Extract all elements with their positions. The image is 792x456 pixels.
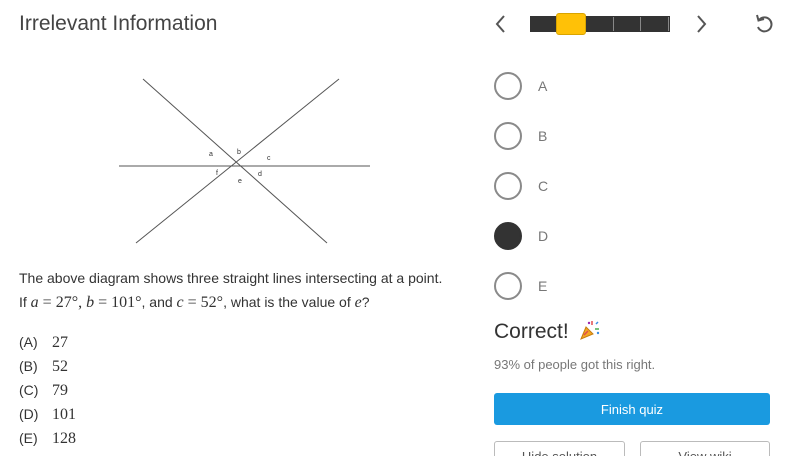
option-a-label: A: [538, 78, 548, 94]
radio-a[interactable]: [494, 72, 522, 100]
choice-item-c: (C) 79: [19, 382, 68, 399]
view-wiki-button[interactable]: View wiki: [640, 441, 770, 456]
option-d-label: D: [538, 228, 549, 244]
choice-item-b: (B) 52: [19, 358, 68, 375]
question-line-1: The above diagram shows three straight l…: [19, 270, 443, 286]
angle-label-c: c: [267, 155, 271, 162]
question-line-2: If a = 27°, b = 101°, and c = 52°, what …: [19, 294, 370, 311]
radio-c[interactable]: [494, 172, 522, 200]
line-diagonal-2: [135, 78, 340, 244]
problem-progress-bar: [530, 13, 670, 35]
party-popper-icon: [580, 321, 600, 340]
chevron-right-icon: [697, 15, 707, 33]
reset-icon: [756, 14, 773, 33]
answer-choices-list: (A) 27 (B) 52 (C) 79 (D) 101 (E) 128: [19, 330, 76, 450]
radio-b[interactable]: [494, 122, 522, 150]
option-e-label: E: [538, 278, 548, 294]
angle-label-f: f: [216, 170, 218, 177]
reset-button[interactable]: [750, 10, 778, 38]
choice-item-e: (E) 128: [19, 430, 76, 447]
result-status: Correct!: [494, 320, 569, 343]
angle-label-e: e: [238, 178, 242, 185]
progress-segment-5[interactable]: [641, 17, 669, 31]
option-c-label: C: [538, 178, 549, 194]
intersecting-lines-diagram: a b c d e f: [119, 78, 370, 244]
question-text: The above diagram shows three straight l…: [19, 266, 479, 315]
hide-solution-button[interactable]: Hide solution: [494, 441, 625, 456]
progress-current-marker[interactable]: [556, 13, 586, 35]
angle-label-d: d: [258, 171, 262, 178]
option-e[interactable]: E: [494, 272, 654, 304]
choice-item-a: (A) 27: [19, 334, 68, 351]
option-a[interactable]: A: [494, 72, 654, 104]
option-b-label: B: [538, 128, 548, 144]
line-diagonal-1: [142, 78, 328, 244]
previous-problem-button[interactable]: [488, 10, 514, 38]
option-c[interactable]: C: [494, 172, 654, 204]
next-problem-button[interactable]: [688, 10, 714, 38]
option-b[interactable]: B: [494, 122, 654, 154]
angle-label-b: b: [237, 149, 241, 156]
radio-d-selected[interactable]: [494, 222, 522, 250]
success-rate-text: 93% of people got this right.: [494, 357, 656, 372]
option-d[interactable]: D: [494, 222, 654, 254]
radio-e[interactable]: [494, 272, 522, 300]
progress-segment-4[interactable]: [613, 17, 642, 31]
progress-segment-3[interactable]: [586, 17, 614, 31]
choice-item-d: (D) 101: [19, 406, 76, 423]
angle-label-a: a: [209, 151, 213, 158]
page-title: Irrelevant Information: [19, 12, 218, 35]
chevron-left-icon: [495, 15, 505, 33]
finish-quiz-button[interactable]: Finish quiz: [494, 393, 770, 425]
progress-segment-1[interactable]: [531, 17, 559, 31]
